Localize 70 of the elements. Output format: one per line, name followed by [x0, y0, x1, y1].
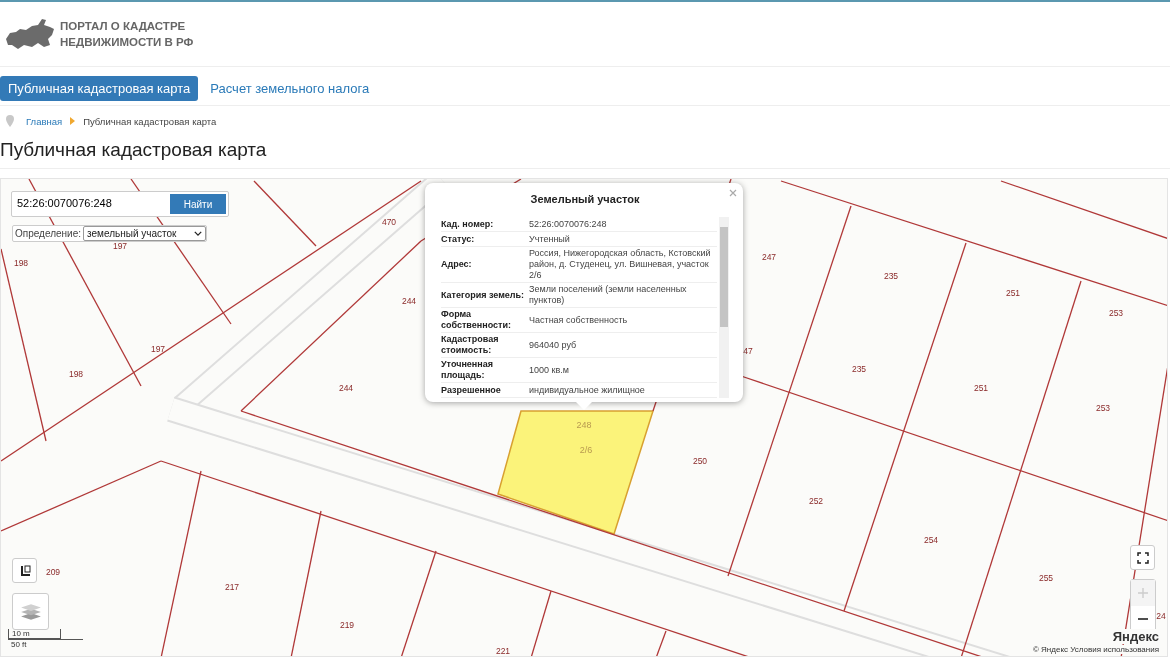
layers-icon [19, 602, 42, 621]
field-label: Кад. номер: [441, 218, 495, 230]
parcel-number: 247 [761, 252, 777, 262]
breadcrumb-current: Публичная кадастровая карта [83, 115, 217, 127]
field-label: Уточненная площадь: [441, 359, 494, 381]
parcel-number: 221 [495, 646, 511, 656]
field-value: 52:26:0070076:248 [529, 218, 607, 230]
location-pin-icon [6, 115, 14, 127]
search-field[interactable]: 52:26:0070076:248 Найти [11, 191, 229, 217]
parcel-number: 253 [1108, 308, 1124, 318]
field-label: Адрес: [441, 259, 473, 270]
parcel-number: 235 [851, 364, 867, 374]
parcel-number: 470 [381, 217, 397, 227]
parcel-number: 250 [692, 456, 708, 466]
parcel-number: 47 [743, 346, 753, 356]
page-title: Публичная кадастровая карта [0, 136, 1170, 169]
parcel-number: 251 [973, 383, 989, 393]
parcel-number: 244 [401, 296, 417, 306]
parcel-number: 209 [45, 567, 61, 577]
parcel-number: 198 [13, 258, 29, 268]
attribution-text: © Яндекс Условия использования [1032, 645, 1159, 654]
parcel-number: 198 [68, 369, 84, 379]
close-icon[interactable] [729, 189, 737, 197]
nav-tab[interactable]: Расчет земельного налога [202, 75, 378, 101]
parcel-number: 253 [1095, 403, 1111, 413]
field-label: Категория земель: [441, 289, 526, 301]
chevron-down-icon [194, 231, 203, 236]
field-value: 964040 руб [529, 339, 577, 351]
layers-button[interactable] [12, 593, 49, 630]
parcel-number: 219 [339, 620, 355, 630]
field-label: Статус: [441, 233, 476, 245]
parcel-number: 197 [112, 241, 128, 251]
fullscreen-icon [1136, 551, 1149, 564]
field-label: Форма собственности: [441, 309, 512, 331]
russia-map-logo-icon [4, 17, 56, 51]
field-value: Земли поселений (земли населенных пунктов) [529, 284, 688, 306]
scale-bar: 10 m 50 ft [8, 629, 83, 649]
field-value: Россия, Нижегородская область, Кстовский район, д. Студенец, ул. Вишневая, участок 2/6 [529, 248, 712, 281]
field-value: индивидуальное жилищное [529, 384, 645, 396]
search-button[interactable]: Найти [170, 194, 226, 214]
parcel-number: 252 [808, 496, 824, 506]
parcel-number: 2/6 [579, 445, 593, 455]
parcel-number: 248 [576, 420, 592, 430]
parcel-number: 197 [150, 344, 166, 354]
field-value: Частная собственность [529, 314, 628, 326]
breadcrumb-link[interactable]: Главная [26, 115, 63, 127]
field-value: Учтенный [529, 233, 570, 245]
plus-icon [1137, 587, 1149, 599]
field-label: Разрешенное [441, 384, 502, 396]
scrollbar[interactable] [719, 217, 729, 398]
ruler-icon [18, 564, 31, 577]
definition-label: Определение: [14, 227, 82, 240]
definition-dropdown[interactable]: земельный участок [83, 226, 207, 241]
map-provider-logo: Яндекс [1112, 629, 1159, 644]
fullscreen-button[interactable] [1130, 545, 1155, 570]
breadcrumb-arrow-icon [70, 117, 76, 125]
selected-parcel[interactable] [497, 410, 655, 535]
parcel-number: 217 [224, 582, 240, 592]
field-label: Кадастровая стоимость: [441, 334, 500, 356]
parcel-number: 244 [338, 383, 354, 393]
parcel-number: 24 [1156, 611, 1166, 621]
parcel-number: 255 [1038, 573, 1054, 583]
portal-logo-text: ПОРТАЛ О КАДАСТРЕ НЕДВИЖИМОСТИ В РФ [60, 19, 194, 50]
nav-tab[interactable]: Публичная кадастровая карта [0, 75, 199, 101]
parcel-number: 235 [883, 271, 899, 281]
ruler-button[interactable] [12, 558, 37, 583]
parcel-number: 254 [923, 535, 939, 545]
parcel-number: 251 [1005, 288, 1021, 298]
field-value: 1000 кв.м [529, 364, 569, 376]
popup-title: Земельный участок [529, 193, 641, 205]
